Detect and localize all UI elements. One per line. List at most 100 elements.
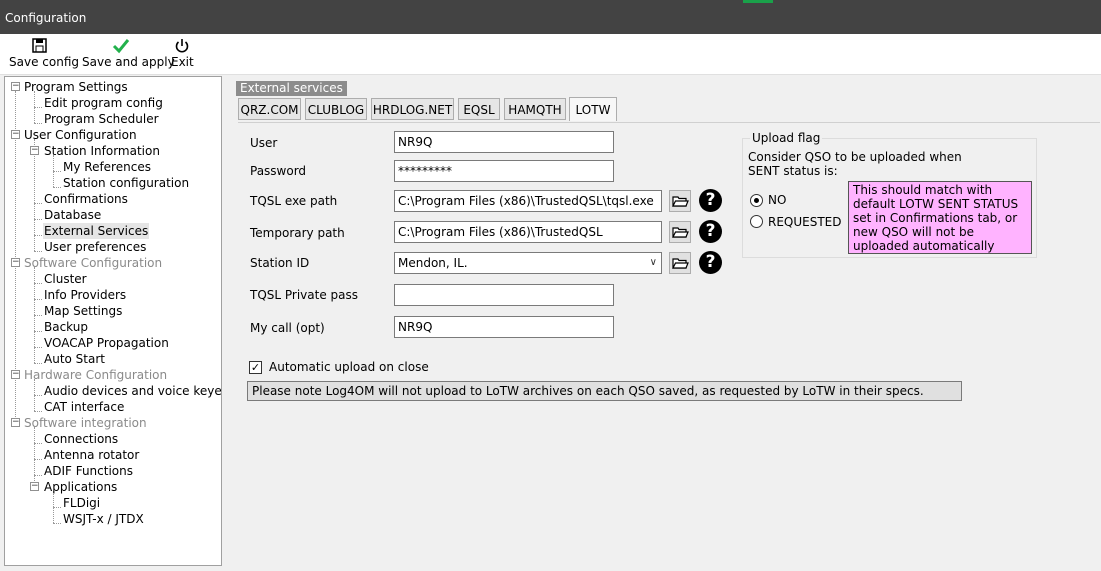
tree-item-program-settings[interactable]: Program Settings [24, 79, 128, 95]
tree-item-confirmations[interactable]: Confirmations [44, 191, 128, 207]
tree-hline [34, 235, 42, 236]
save-config-button[interactable]: Save config [9, 37, 79, 69]
tree-hline [53, 507, 61, 508]
tree-item-voacap-propagation[interactable]: VOACAP Propagation [44, 335, 169, 351]
tree-item-info-providers[interactable]: Info Providers [44, 287, 126, 303]
tree-hline [34, 459, 42, 460]
temporary-path-input[interactable]: C:\Program Files (x86)\TrustedQSL [394, 221, 662, 243]
expander-user-configuration[interactable]: − [11, 130, 20, 139]
tree-item-software-configuration[interactable]: Software Configuration [24, 255, 162, 271]
station-id-value: Mendon, IL. [398, 256, 468, 270]
tree-hline [34, 443, 42, 444]
tree-item-cat-interface[interactable]: CAT interface [44, 399, 124, 415]
tree-item-edit-program-config[interactable]: Edit program config [44, 95, 163, 111]
floppy-disk-icon [32, 38, 47, 53]
tree-hline [34, 363, 42, 364]
tree-hline [34, 219, 42, 220]
tree-item-my-references[interactable]: My References [63, 159, 151, 175]
tree-item-hardware-configuration[interactable]: Hardware Configuration [24, 367, 167, 383]
expander-software-configuration[interactable]: − [11, 258, 20, 267]
lotw-upload-notice: Please note Log4OM will not upload to Lo… [247, 381, 962, 401]
password-input[interactable]: ********* [394, 160, 614, 182]
tree-item-map-settings[interactable]: Map Settings [44, 303, 122, 319]
browse-station-id-button[interactable] [669, 252, 691, 274]
user-label: User [250, 136, 278, 150]
radio-requested-label: REQUESTED [768, 215, 842, 229]
tqsl-exe-path-input[interactable]: C:\Program Files (x86)\TrustedQSL\tqsl.e… [394, 190, 662, 212]
browse-temporary-path-button[interactable] [669, 221, 691, 243]
exit-label: Exit [171, 55, 194, 69]
help-temporary-path-icon[interactable]: ? [699, 220, 722, 243]
radio-requested[interactable] [750, 215, 763, 228]
tree-hline [34, 331, 42, 332]
tqsl-exe-path-label: TQSL exe path [250, 194, 338, 208]
title-bar: Configuration [0, 0, 1101, 34]
radio-no[interactable] [750, 194, 763, 207]
radio-no-label: NO [768, 193, 787, 207]
tab-lotw[interactable]: LOTW [569, 97, 617, 121]
save-config-label: Save config [9, 55, 79, 69]
tqsl-private-pass-input[interactable] [394, 284, 614, 306]
tree-item-wsjtx-jtdx[interactable]: WSJT-x / JTDX [63, 511, 144, 527]
tree-hline [34, 123, 42, 124]
expander-applications[interactable]: − [30, 482, 39, 491]
tab-qrz[interactable]: QRZ.COM [238, 98, 301, 120]
tree-item-software-integration[interactable]: Software integration [24, 415, 147, 431]
station-id-label: Station ID [250, 256, 310, 270]
green-check-icon [112, 39, 130, 54]
settings-tree[interactable]: − − − − − − − Program Settings Edit prog… [4, 76, 222, 566]
tree-hline [53, 187, 61, 188]
tree-item-auto-start[interactable]: Auto Start [44, 351, 105, 367]
tree-item-program-scheduler[interactable]: Program Scheduler [44, 111, 159, 127]
expander-software-integration[interactable]: − [11, 418, 20, 427]
automatic-upload-label: Automatic upload on close [269, 360, 429, 374]
tree-item-database[interactable]: Database [44, 207, 101, 223]
power-icon [175, 39, 189, 53]
help-tqsl-exe-icon[interactable]: ? [699, 189, 722, 212]
tree-item-antenna-rotator[interactable]: Antenna rotator [44, 447, 139, 463]
tree-item-user-preferences[interactable]: User preferences [44, 239, 146, 255]
tab-eqsl[interactable]: EQSL [458, 98, 500, 120]
tree-item-applications[interactable]: Applications [44, 479, 117, 495]
tree-item-station-configuration[interactable]: Station configuration [63, 175, 189, 191]
chevron-down-icon: ∨ [649, 257, 657, 268]
titlebar-accent [743, 0, 773, 3]
automatic-upload-checkbox[interactable]: ✓ [249, 361, 262, 374]
tree-hline [34, 395, 42, 396]
exit-button[interactable]: Exit [171, 37, 194, 69]
tree-item-cluster[interactable]: Cluster [44, 271, 87, 287]
tree-hline [34, 347, 42, 348]
upload-flag-text-line2: SENT status is: [748, 164, 838, 178]
tab-clublog[interactable]: CLUBLOG [305, 98, 367, 120]
tab-hamqth[interactable]: HAMQTH [504, 98, 566, 120]
tqsl-private-pass-label: TQSL Private pass [250, 288, 359, 302]
expander-hardware-configuration[interactable]: − [11, 370, 20, 379]
my-call-input[interactable]: NR9Q [394, 316, 614, 338]
tree-item-external-services[interactable]: External Services [43, 223, 150, 239]
tree-item-station-information[interactable]: Station Information [44, 143, 160, 159]
tree-hline [34, 283, 42, 284]
save-and-apply-button[interactable]: Save and apply [82, 37, 175, 69]
tab-hrdlog[interactable]: HRDLOG.NET [371, 98, 454, 120]
folder-icon [672, 227, 689, 238]
tree-hline [53, 523, 61, 524]
tree-hline [34, 411, 42, 412]
browse-tqsl-exe-button[interactable] [669, 190, 691, 212]
tree-item-user-configuration[interactable]: User Configuration [24, 127, 137, 143]
tree-item-connections[interactable]: Connections [44, 431, 118, 447]
tree-hline [34, 315, 42, 316]
tree-hline [34, 251, 42, 252]
expander-station-information[interactable]: − [30, 146, 39, 155]
my-call-label: My call (opt) [250, 321, 325, 335]
tree-item-fldigi[interactable]: FLDigi [63, 495, 100, 511]
tree-item-adif-functions[interactable]: ADIF Functions [44, 463, 133, 479]
save-and-apply-label: Save and apply [82, 55, 175, 69]
tree-hline [34, 475, 42, 476]
station-id-select[interactable]: Mendon, IL. ∨ [394, 252, 662, 274]
tree-item-audio-devices[interactable]: Audio devices and voice keyer [44, 383, 221, 399]
user-input[interactable]: NR9Q [394, 131, 614, 153]
help-station-id-icon[interactable]: ? [699, 251, 722, 274]
expander-program-settings[interactable]: − [11, 82, 20, 91]
tree-item-backup[interactable]: Backup [44, 319, 88, 335]
tree-hline [53, 171, 61, 172]
